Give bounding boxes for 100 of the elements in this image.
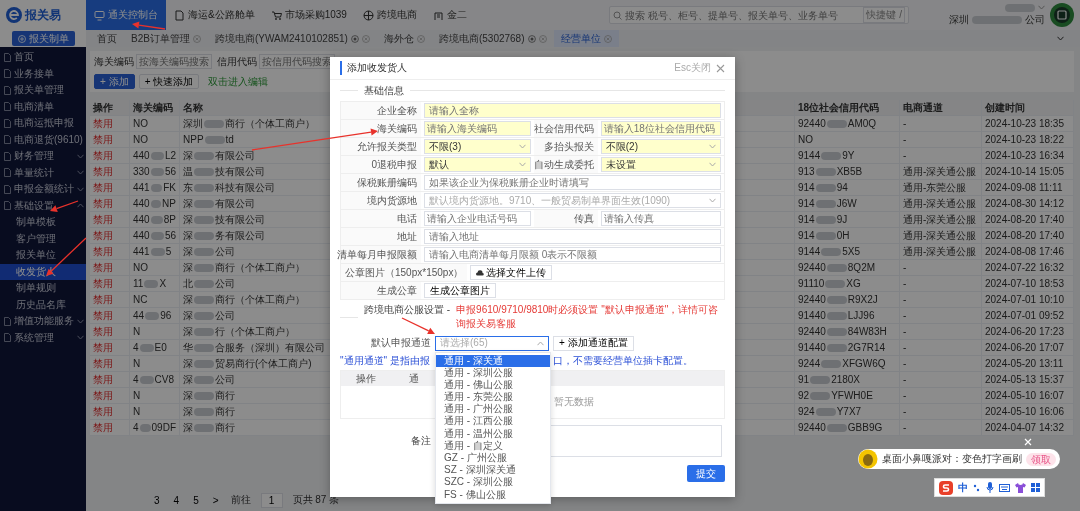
text-field[interactable]: 请输入电商清单每月限额 0表示不限额 bbox=[424, 247, 721, 262]
sidebar-item[interactable]: 电商运抵申报 bbox=[0, 115, 86, 132]
sidebar-item[interactable]: 申报金额统计 bbox=[0, 181, 86, 198]
dropdown-option[interactable]: SZC - 深圳公服 bbox=[436, 476, 550, 489]
dropdown-option[interactable]: GZ - 广州公服 bbox=[436, 452, 550, 465]
action-button[interactable]: + 快速添加 bbox=[138, 74, 200, 89]
sidebar-item[interactable]: 单量统计 bbox=[0, 164, 86, 181]
sidebar-item[interactable]: 制单模板 bbox=[0, 214, 86, 231]
select-field[interactable]: 默认 bbox=[424, 157, 531, 172]
next-page-button[interactable]: > bbox=[210, 494, 221, 506]
nav-tab[interactable]: 市场采购1039 bbox=[262, 0, 355, 30]
page-button[interactable]: 3 bbox=[152, 494, 162, 506]
disable-link[interactable]: 禁用 bbox=[93, 340, 113, 355]
select-field[interactable]: 不限(3) bbox=[424, 139, 531, 154]
sidebar-item[interactable]: 电商清单 bbox=[0, 98, 86, 115]
dropdown-option[interactable]: 通用 - 东莞公服 bbox=[436, 391, 550, 404]
disable-link[interactable]: 禁用 bbox=[93, 420, 113, 435]
redaction-blur bbox=[194, 423, 214, 432]
dropdown-option[interactable]: 通用 - 深圳公服 bbox=[436, 366, 550, 379]
redaction-blur bbox=[1005, 3, 1035, 12]
claim-badge[interactable]: 领取 bbox=[1026, 452, 1056, 466]
nav-tab[interactable]: 跨境电商 bbox=[354, 0, 425, 30]
filter-field[interactable]: 按海关编码搜索 bbox=[136, 54, 212, 69]
disable-link[interactable]: 禁用 bbox=[93, 212, 113, 227]
disable-link[interactable]: 禁用 bbox=[93, 228, 113, 243]
disable-link[interactable]: 禁用 bbox=[93, 132, 113, 147]
disable-link[interactable]: 禁用 bbox=[93, 276, 113, 291]
shirt-icon[interactable] bbox=[1015, 482, 1026, 493]
text-field[interactable]: 如果该企业为保税账册企业时请填写 bbox=[424, 175, 721, 190]
select-field[interactable]: 不限(2) bbox=[600, 139, 721, 154]
nav-tab[interactable]: 金二 bbox=[424, 0, 475, 30]
disable-link[interactable]: 禁用 bbox=[93, 196, 113, 211]
page-button[interactable]: 5 bbox=[191, 494, 201, 506]
input-mode[interactable]: 中 bbox=[958, 480, 968, 495]
select-field[interactable]: 未设置 bbox=[600, 157, 721, 172]
dropdown-option[interactable]: 通用 - 佛山公服 bbox=[436, 378, 550, 392]
submit-button[interactable]: 提交 bbox=[687, 465, 725, 482]
nav-tab[interactable]: 通关控制台 bbox=[86, 0, 166, 30]
add-channel-button[interactable]: + 添加通道配置 bbox=[553, 335, 634, 351]
disable-link[interactable]: 禁用 bbox=[93, 388, 113, 403]
generate-button[interactable]: 生成公章图片 bbox=[424, 283, 496, 298]
text-field[interactable]: 请输入传真 bbox=[600, 211, 721, 226]
page-button[interactable]: 4 bbox=[171, 494, 182, 506]
disable-link[interactable]: 禁用 bbox=[93, 260, 113, 275]
dropdown-option[interactable]: SZ - 深圳深关通 bbox=[436, 464, 550, 477]
avatar-icon[interactable] bbox=[1050, 3, 1074, 27]
sidebar-item[interactable]: 增值功能服务 bbox=[0, 313, 86, 330]
text-field[interactable]: 请输入企业电话号码 bbox=[424, 211, 531, 226]
text-field[interactable]: 请输入海关编码 bbox=[424, 121, 531, 136]
create-button[interactable]: 报关制单 bbox=[11, 31, 75, 46]
page-tab[interactable]: 跨境电商(5302768) bbox=[431, 30, 554, 47]
sidebar-item[interactable]: 制单规则 bbox=[0, 280, 86, 297]
sidebar-item[interactable]: 基础设置 bbox=[0, 197, 86, 214]
dropdown-option[interactable]: 通用 - 自定义 bbox=[436, 439, 550, 452]
dropdown-option[interactable]: 通用 - 温州公服 bbox=[436, 427, 550, 440]
action-button[interactable]: + 添加 bbox=[94, 74, 135, 89]
redaction-blur bbox=[194, 327, 214, 336]
sidebar-item[interactable]: 电商退货(9610) bbox=[0, 131, 86, 148]
text-field[interactable]: 请输入地址 bbox=[424, 229, 721, 244]
sidebar-item[interactable]: 财务管理 bbox=[0, 148, 86, 165]
close-icon[interactable] bbox=[716, 63, 725, 73]
page-tab[interactable]: 海外仓 bbox=[376, 30, 432, 47]
dropdown-option[interactable]: 通用 - 江西公服 bbox=[436, 415, 550, 428]
sidebar-item[interactable]: 客户管理 bbox=[0, 230, 86, 247]
disable-link[interactable]: 禁用 bbox=[93, 180, 113, 195]
disable-link[interactable]: 禁用 bbox=[93, 116, 113, 131]
keyboard-icon[interactable] bbox=[999, 483, 1010, 492]
disable-link[interactable]: 禁用 bbox=[93, 372, 113, 387]
microphone-icon[interactable] bbox=[986, 482, 994, 493]
grid-icon[interactable] bbox=[1031, 483, 1040, 492]
text-field[interactable]: 请输入全称 bbox=[424, 103, 721, 118]
sidebar-item[interactable]: 首页 bbox=[0, 49, 86, 66]
target-icon bbox=[350, 34, 359, 43]
text-field[interactable]: 请输入18位社会信用代码 bbox=[600, 121, 721, 136]
sidebar-item[interactable]: 系统管理 bbox=[0, 329, 86, 346]
disable-link[interactable]: 禁用 bbox=[93, 148, 113, 163]
disable-link[interactable]: 禁用 bbox=[93, 404, 113, 419]
dropdown-option[interactable]: 通用 - 广州公服 bbox=[436, 403, 550, 416]
select-field[interactable]: 请选择(65) bbox=[435, 335, 549, 351]
disable-link[interactable]: 禁用 bbox=[93, 356, 113, 371]
disable-link[interactable]: 禁用 bbox=[93, 244, 113, 259]
sidebar-item[interactable]: 报关单管理 bbox=[0, 82, 86, 99]
punctuation-icon[interactable] bbox=[973, 483, 981, 492]
upload-button[interactable]: 选择文件上传 bbox=[470, 265, 553, 280]
dropdown-option[interactable]: 通用 - 深关通 bbox=[436, 354, 550, 367]
hint-link[interactable]: 双击进入编辑 bbox=[203, 74, 274, 89]
sidebar-item[interactable]: 业务接单 bbox=[0, 65, 86, 82]
disable-link[interactable]: 禁用 bbox=[93, 308, 113, 323]
page-field[interactable]: 1 bbox=[260, 492, 283, 508]
disable-link[interactable]: 禁用 bbox=[93, 164, 113, 179]
page-tab[interactable]: B2B订单管理 bbox=[124, 30, 208, 47]
page-tab[interactable]: 经营单位 bbox=[553, 30, 619, 47]
disable-link[interactable]: 禁用 bbox=[93, 292, 113, 307]
sidebar-item[interactable]: 历史品名库 bbox=[0, 296, 86, 313]
disable-link[interactable]: 禁用 bbox=[93, 324, 113, 339]
page-tab[interactable]: 跨境电商(YWAM2410102851) bbox=[207, 30, 377, 47]
nav-tab[interactable]: 海运&公路舱单 bbox=[166, 0, 263, 30]
dropdown-option[interactable]: FS - 佛山公服 bbox=[436, 488, 550, 501]
page-tab[interactable]: 首页 bbox=[90, 30, 124, 47]
sidebar-item[interactable]: 报关单位 bbox=[0, 247, 86, 264]
